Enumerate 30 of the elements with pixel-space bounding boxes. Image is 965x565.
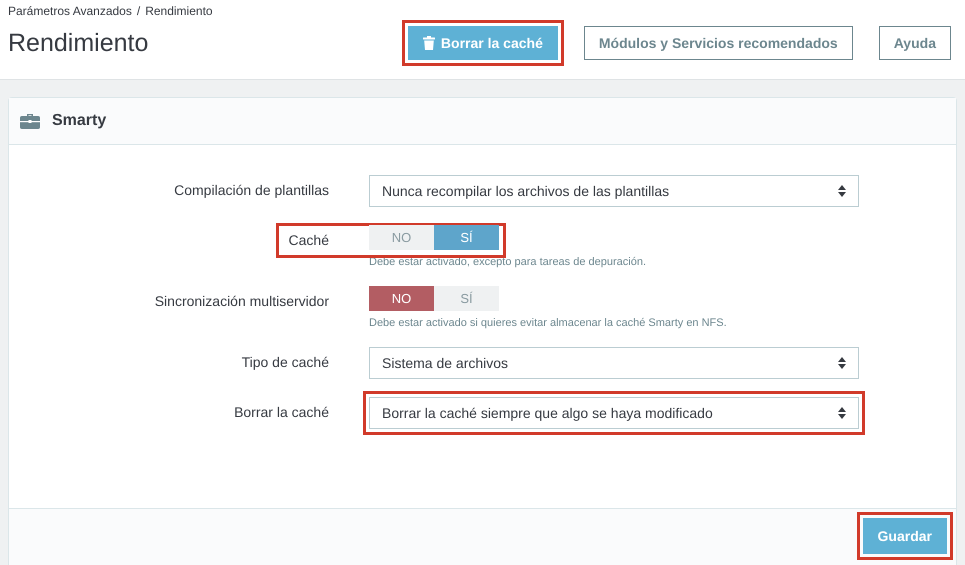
select-field[interactable]: Borrar la caché siempre que algo se haya modificado <box>369 397 859 429</box>
briefcase-icon <box>20 113 40 129</box>
breadcrumb-item[interactable]: Parámetros Avanzados <box>8 4 132 18</box>
help-text: Debe estar activado, excepto para tareas de depuración. <box>369 256 648 268</box>
sort-caret-icon <box>838 185 846 197</box>
save-button[interactable]: Guardar <box>862 518 947 554</box>
sort-caret-icon <box>838 357 846 369</box>
field-label: Compilación de plantillas <box>174 182 329 198</box>
trash-icon <box>422 36 435 50</box>
toolbar-button[interactable]: Módulos y Servicios recomendados <box>584 26 853 60</box>
breadcrumb-item: Rendimiento <box>145 4 213 18</box>
breadcrumb-separator: / <box>136 4 140 18</box>
switch-option[interactable]: NO <box>369 286 434 311</box>
select-field[interactable]: Nunca recompilar los archivos de las plantillas <box>369 175 859 207</box>
switch-option[interactable]: SÍ <box>434 225 499 250</box>
field-label: Borrar la caché <box>234 404 329 420</box>
help-text: Debe estar activado si quieres evitar almacenar la caché Smarty en NFS. <box>369 317 728 329</box>
field-label: Tipo de caché <box>242 354 329 370</box>
panel-title: Smarty <box>52 112 106 130</box>
toggle-switch[interactable]: NO SÍ <box>369 286 499 311</box>
toolbar-button[interactable]: Ayuda <box>878 26 951 60</box>
field-label: Sincronización multiservidor <box>154 293 329 309</box>
clear-cache-button[interactable]: Borrar la caché <box>408 26 558 60</box>
field-label: Caché <box>288 232 329 248</box>
switch-option[interactable]: NO <box>369 225 434 250</box>
page-title: Rendimiento <box>8 28 148 58</box>
toggle-switch[interactable]: NO SÍ <box>369 225 499 250</box>
switch-option[interactable]: SÍ <box>434 286 499 311</box>
select-field[interactable]: Sistema de archivos <box>369 347 859 379</box>
sort-caret-icon <box>838 407 846 419</box>
